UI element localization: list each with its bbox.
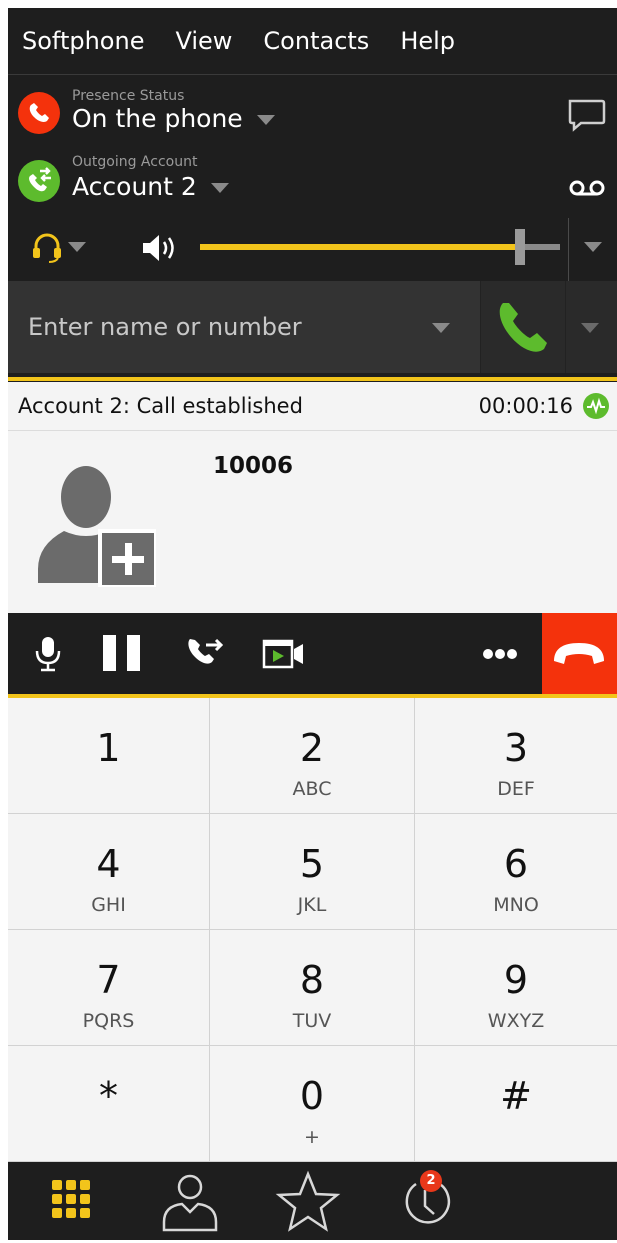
key-digit: 7: [96, 958, 121, 1002]
hangup-icon: [554, 643, 604, 664]
divider: [568, 218, 569, 282]
key-letters: ABC: [292, 778, 332, 800]
phone-busy-icon: [18, 92, 60, 134]
key-6[interactable]: 6 MNO: [415, 814, 617, 930]
key-4[interactable]: 4 GHI: [8, 814, 210, 930]
caller-number: 10006: [213, 453, 294, 479]
activity-icon: [583, 393, 609, 419]
tab-favorites[interactable]: [268, 1162, 348, 1240]
presence-value: On the phone: [72, 104, 243, 133]
account-switch-icon: [18, 160, 60, 202]
headset-chevron-down-icon[interactable]: [68, 242, 86, 252]
audio-controls: [8, 218, 617, 282]
key-hash[interactable]: #: [415, 1046, 617, 1162]
chevron-down-icon: [581, 323, 599, 333]
key-0[interactable]: 0 +: [210, 1046, 415, 1162]
key-digit: 8: [299, 958, 325, 1002]
call-toolbar: [8, 613, 617, 694]
chat-bubble-icon[interactable]: [565, 96, 607, 140]
call-status-text: Account 2: Call established: [18, 394, 303, 418]
key-digit: 4: [96, 842, 121, 886]
contacts-icon: [162, 1174, 218, 1232]
menu-bar: Softphone View Contacts Help: [8, 8, 617, 75]
volume-thumb[interactable]: [515, 229, 525, 265]
outgoing-account-dropdown[interactable]: Account 2: [72, 172, 229, 201]
key-digit: 0: [299, 1074, 325, 1118]
presence-row[interactable]: Presence Status On the phone: [8, 84, 617, 148]
key-9[interactable]: 9 WXYZ: [415, 930, 617, 1046]
bottom-nav: 2: [8, 1162, 617, 1240]
menu-contacts[interactable]: Contacts: [249, 27, 386, 55]
call-duration: 00:00:16: [478, 394, 573, 418]
more-icon[interactable]: [472, 613, 528, 694]
key-letters: +: [304, 1126, 320, 1148]
key-digit: 9: [503, 958, 529, 1002]
key-letters: DEF: [497, 778, 535, 800]
tab-history[interactable]: 2: [386, 1162, 466, 1240]
tab-dialpad[interactable]: [38, 1162, 118, 1240]
tab-contacts[interactable]: [150, 1162, 230, 1240]
dialpad: 1 2 ABC 3 DEF 4 GHI 5 JKL 6 MNO 7 PQRS 8 TUV 9 W…: [8, 698, 617, 1162]
outgoing-label: Outgoing Account: [72, 154, 198, 170]
chevron-down-icon: [256, 115, 275, 125]
voicemail-icon[interactable]: [568, 178, 606, 202]
call-contact-panel: 10006: [8, 431, 617, 613]
dial-row: [8, 281, 617, 373]
history-badge: 2: [420, 1170, 442, 1192]
key-letters: WXYZ: [487, 1010, 545, 1032]
key-digit: 2: [299, 726, 325, 770]
call-status-bar: Account 2: Call established 00:00:16: [8, 382, 617, 431]
key-letters: TUV: [292, 1010, 332, 1032]
key-letters: GHI: [91, 894, 126, 916]
menu-view[interactable]: View: [161, 27, 249, 55]
favorites-icon: [275, 1170, 341, 1232]
key-letters: PQRS: [82, 1010, 135, 1032]
outgoing-account-row[interactable]: Outgoing Account Account 2: [8, 150, 617, 214]
call-accent-line: [8, 377, 617, 381]
pause-icon[interactable]: [94, 613, 150, 694]
menu-help[interactable]: Help: [386, 27, 472, 55]
audio-options-chevron-icon[interactable]: [584, 242, 602, 252]
key-7[interactable]: 7 PQRS: [8, 930, 210, 1046]
hangup-button[interactable]: [542, 613, 617, 694]
dial-input[interactable]: [8, 281, 480, 373]
video-icon[interactable]: [256, 613, 312, 694]
key-digit: 5: [299, 842, 325, 886]
dial-history-chevron-icon[interactable]: [432, 323, 450, 333]
outgoing-value: Account 2: [72, 172, 197, 201]
call-button[interactable]: [480, 281, 565, 373]
chevron-down-icon: [210, 183, 229, 193]
call-icon: [499, 303, 547, 352]
key-digit: *: [99, 1074, 118, 1118]
key-digit: #: [500, 1074, 532, 1118]
menu-softphone[interactable]: Softphone: [8, 27, 161, 55]
key-3[interactable]: 3 DEF: [415, 698, 617, 814]
presence-status-dropdown[interactable]: On the phone: [72, 104, 275, 133]
key-letters: JKL: [297, 894, 327, 916]
volume-fill: [200, 244, 517, 250]
key-2[interactable]: 2 ABC: [210, 698, 415, 814]
key-digit: 3: [503, 726, 529, 770]
volume-remaining: [523, 244, 560, 250]
presence-label: Presence Status: [72, 88, 185, 104]
headset-icon[interactable]: [30, 230, 64, 268]
softphone-window: Softphone View Contacts Help Presence St…: [8, 8, 617, 1240]
add-contact-avatar-icon[interactable]: [36, 461, 158, 591]
key-8[interactable]: 8 TUV: [210, 930, 415, 1046]
volume-slider[interactable]: [200, 229, 560, 265]
key-digit: 1: [96, 726, 121, 770]
key-1[interactable]: 1: [8, 698, 210, 814]
call-options-button[interactable]: [565, 281, 617, 373]
key-5[interactable]: 5 JKL: [210, 814, 415, 930]
microphone-icon[interactable]: [20, 613, 76, 694]
key-star[interactable]: *: [8, 1046, 210, 1162]
dialpad-icon: [52, 1180, 90, 1218]
key-digit: 6: [503, 842, 529, 886]
key-letters: MNO: [493, 894, 539, 916]
speaker-icon[interactable]: [140, 231, 184, 269]
transfer-icon[interactable]: [178, 613, 234, 694]
